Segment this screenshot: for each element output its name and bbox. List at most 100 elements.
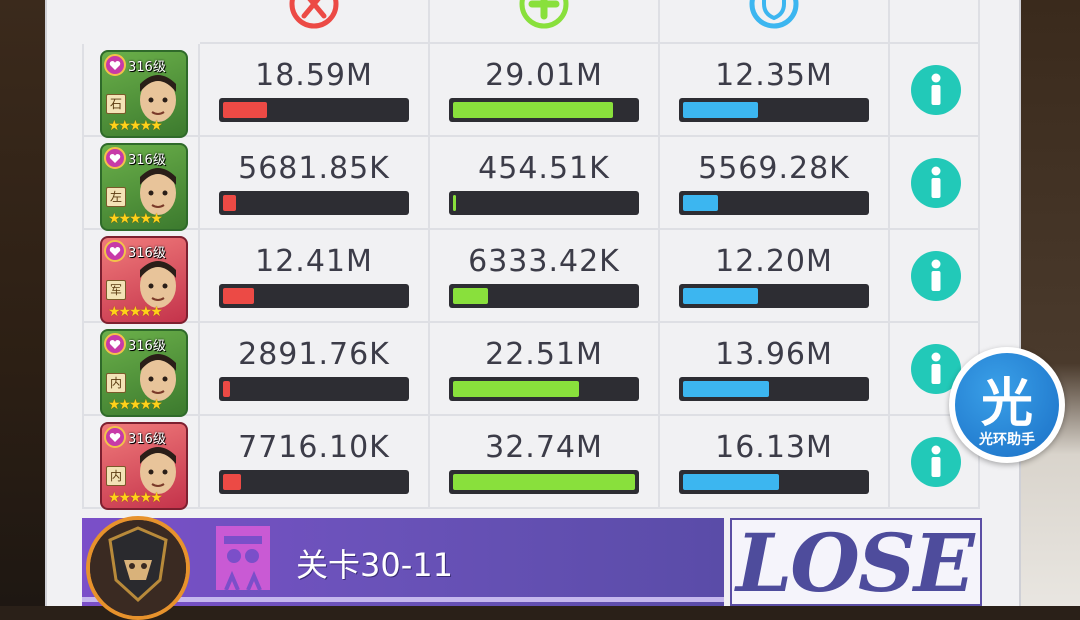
hero-portrait[interactable]: 316级 内 ★★★★★ — [100, 422, 188, 510]
heart-icon — [104, 147, 126, 169]
plus-icon — [519, 0, 569, 29]
hero-level: 316级 — [128, 432, 166, 447]
hero-avatar[interactable] — [86, 516, 190, 620]
tank-bar-fill — [683, 288, 758, 304]
heart-icon — [104, 333, 126, 355]
hero-level: 316级 — [128, 339, 166, 354]
hero-faction: 内 — [106, 466, 126, 486]
info-button[interactable] — [911, 65, 961, 115]
background-left — [0, 0, 50, 606]
damage-value: 5681.85K — [238, 151, 390, 186]
heal-cell: 22.51M — [430, 323, 660, 416]
heal-bar — [449, 98, 639, 122]
hero-stars: ★★★★★ — [108, 397, 163, 413]
header-tank — [660, 0, 890, 44]
header-info — [890, 0, 980, 44]
damage-value: 7716.10K — [238, 430, 390, 465]
hero-portrait[interactable]: 316级 石 ★★★★★ — [100, 50, 188, 138]
tank-value: 12.20M — [715, 244, 833, 279]
damage-value: 18.59M — [255, 58, 373, 93]
heart-icon — [104, 426, 126, 448]
damage-cell: 18.59M — [200, 44, 430, 137]
heal-cell: 6333.42K — [430, 230, 660, 323]
tank-bar — [679, 470, 869, 494]
stats-table: 316级 石 ★★★★★ 18.59M 29.01M 12.35M 316级 左… — [82, 0, 980, 510]
helper-label: 光环助手 — [979, 432, 1035, 448]
heal-value: 32.74M — [485, 430, 603, 465]
hero-cell: 316级 内 ★★★★★ — [82, 323, 200, 417]
info-cell — [890, 44, 980, 137]
result-box: LOSE — [730, 518, 982, 606]
damage-cell: 7716.10K — [200, 416, 430, 509]
tank-cell: 12.35M — [660, 44, 890, 137]
hero-level: 316级 — [128, 60, 166, 75]
info-button[interactable] — [911, 437, 961, 487]
hero-faction: 军 — [106, 280, 126, 300]
heal-cell: 454.51K — [430, 137, 660, 230]
hero-cell: 316级 军 ★★★★★ — [82, 230, 200, 324]
tank-bar — [679, 191, 869, 215]
heal-bar — [449, 191, 639, 215]
hero-cell: 316级 左 ★★★★★ — [82, 137, 200, 231]
header-damage — [200, 0, 430, 44]
hero-portrait[interactable]: 316级 军 ★★★★★ — [100, 236, 188, 324]
helper-glyph: 光 — [980, 374, 1033, 434]
heal-bar-fill — [453, 288, 488, 304]
damage-cell: 5681.85K — [200, 137, 430, 230]
damage-bar-fill — [223, 102, 267, 118]
heal-bar-fill — [453, 195, 456, 211]
tank-bar — [679, 284, 869, 308]
helper-badge: 光 光环助手 — [955, 353, 1059, 457]
hero-cell: 316级 石 ★★★★★ — [82, 44, 200, 138]
tank-cell: 16.13M — [660, 416, 890, 509]
helper-floating-button[interactable]: 光 光环助手 — [949, 347, 1065, 463]
header-heal — [430, 0, 660, 44]
info-cell — [890, 230, 980, 323]
tank-bar-fill — [683, 195, 718, 211]
damage-cell: 12.41M — [200, 230, 430, 323]
damage-bar — [219, 470, 409, 494]
tank-cell: 13.96M — [660, 323, 890, 416]
tank-cell: 12.20M — [660, 230, 890, 323]
hero-cell: 316级 内 ★★★★★ — [82, 416, 200, 510]
heal-bar-fill — [453, 381, 579, 397]
heart-icon — [104, 240, 126, 262]
hero-stars: ★★★★★ — [108, 118, 163, 134]
table-row: 316级 左 ★★★★★ 5681.85K 454.51K 5569.28K — [82, 137, 980, 231]
heal-bar-fill — [453, 102, 614, 118]
shield-icon — [749, 0, 799, 29]
hero-faction: 内 — [106, 373, 126, 393]
hero-portrait[interactable]: 316级 内 ★★★★★ — [100, 329, 188, 417]
info-cell — [890, 137, 980, 230]
damage-bar — [219, 284, 409, 308]
hero-faction: 石 — [106, 94, 126, 114]
tank-bar-fill — [683, 474, 780, 490]
heal-bar — [449, 284, 639, 308]
heal-bar-fill — [453, 474, 635, 490]
damage-value: 2891.76K — [238, 337, 390, 372]
damage-bar-fill — [223, 381, 231, 397]
tank-value: 16.13M — [715, 430, 833, 465]
info-icon — [931, 73, 941, 105]
heal-value: 22.51M — [485, 337, 603, 372]
tank-bar — [679, 98, 869, 122]
tank-value: 13.96M — [715, 337, 833, 372]
info-icon — [931, 259, 941, 291]
hero-portrait[interactable]: 316级 左 ★★★★★ — [100, 143, 188, 231]
heal-value: 454.51K — [478, 151, 610, 186]
info-button[interactable] — [911, 251, 961, 301]
tank-bar — [679, 377, 869, 401]
heal-cell: 32.74M — [430, 416, 660, 509]
hero-stars: ★★★★★ — [108, 211, 163, 227]
armored-hero-icon — [90, 520, 186, 616]
table-row: 316级 内 ★★★★★ 2891.76K 22.51M 13.96M — [82, 323, 980, 417]
stage-label: 关卡30-11 — [296, 546, 453, 584]
info-icon — [931, 445, 941, 477]
tank-bar-fill — [683, 381, 769, 397]
heal-bar — [449, 470, 639, 494]
tank-bar-fill — [683, 102, 758, 118]
table-row: 316级 内 ★★★★★ 7716.10K 32.74M 16.13M — [82, 416, 980, 510]
tank-cell: 5569.28K — [660, 137, 890, 230]
damage-bar — [219, 98, 409, 122]
info-button[interactable] — [911, 158, 961, 208]
